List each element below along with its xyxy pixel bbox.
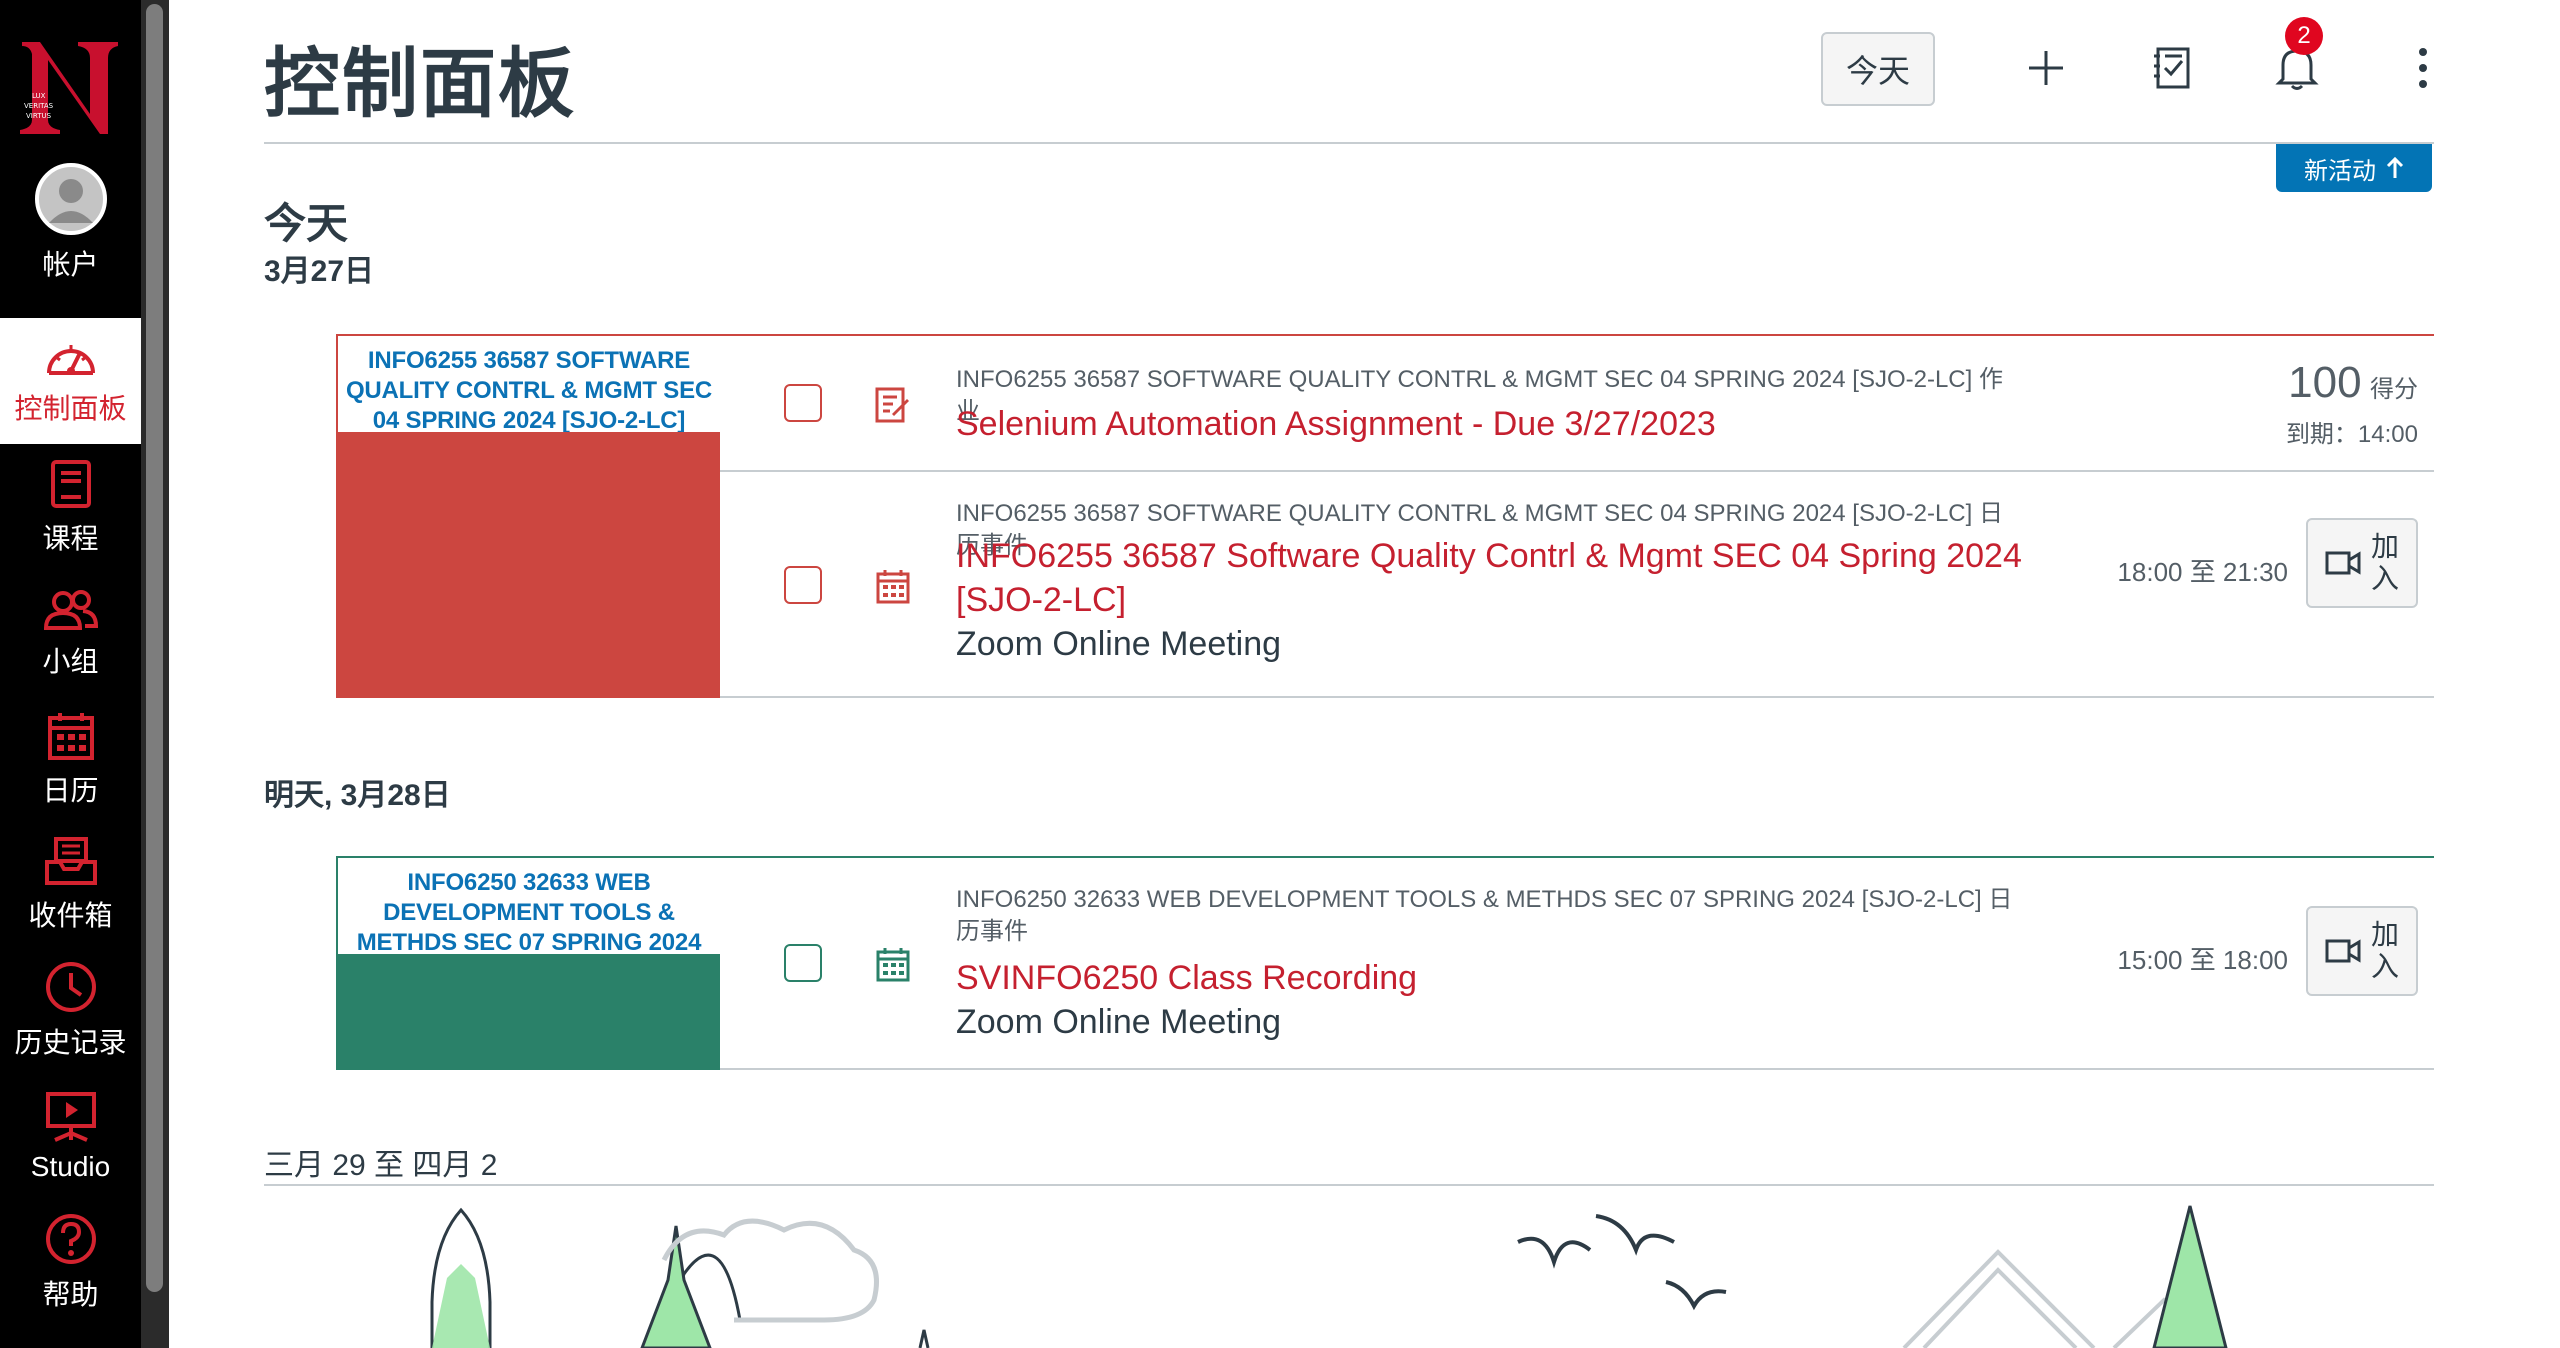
gradebook-icon <box>2154 47 2190 89</box>
nav-scrollbar-thumb[interactable] <box>146 4 163 1292</box>
svg-text:VIRTUS: VIRTUS <box>26 112 52 120</box>
item-location: Zoom Online Meeting <box>956 1003 1282 1041</box>
grades-button[interactable] <box>2144 40 2200 96</box>
plus-icon <box>2029 51 2063 85</box>
nav-studio-label: Studio <box>30 1151 111 1182</box>
nav-groups-label: 小组 <box>42 646 99 677</box>
nav-calendar[interactable]: 日历 <box>0 697 141 823</box>
nav-scrollbar[interactable] <box>141 0 169 1348</box>
nav-groups[interactable]: 小组 <box>0 571 141 697</box>
join-meeting-button[interactable]: 加入 <box>2306 518 2418 608</box>
day-divider <box>720 1068 2434 1070</box>
groups-icon <box>43 590 98 630</box>
course-card-info6250[interactable]: INFO6250 32633 WEB DEVELOPMENT TOOLS & M… <box>336 856 720 1070</box>
global-nav: LUX VERITAS VIRTUS 帐户 控制面板 课程 小组 日历 收件箱 … <box>0 0 141 1348</box>
calendar-event-icon <box>876 570 910 604</box>
help-icon <box>45 1214 96 1264</box>
university-logo[interactable]: LUX VERITAS VIRTUS <box>18 32 123 142</box>
item-title-link[interactable]: SVINFO6250 Class Recording <box>956 956 1417 1000</box>
nav-help[interactable]: 帮助 <box>0 1200 141 1326</box>
more-options-button[interactable] <box>2395 40 2451 96</box>
item-time-range: 15:00 至 18:00 <box>2117 945 2288 975</box>
nav-courses[interactable]: 课程 <box>0 445 141 571</box>
new-activity-label: 新活动 <box>2304 157 2376 185</box>
nav-history[interactable]: 历史记录 <box>0 948 141 1074</box>
course-color-block <box>338 432 720 696</box>
join-meeting-button[interactable]: 加入 <box>2306 906 2418 996</box>
notification-badge: 2 <box>2285 17 2323 55</box>
calendar-event-icon <box>876 948 910 982</box>
dashboard-icon <box>46 345 95 375</box>
nav-inbox[interactable]: 收件箱 <box>0 822 141 948</box>
day-divider <box>720 696 2434 698</box>
nav-account-label: 帐户 <box>42 249 99 280</box>
new-activity-button[interactable]: 新活动 <box>2276 144 2432 192</box>
item-points: 100 得分 <box>2288 358 2418 408</box>
day-heading-tomorrow: 明天, 3月28日 <box>264 779 451 812</box>
day-heading-today: 今天 <box>264 200 349 247</box>
item-title-link[interactable]: Selenium Automation Assignment - Due 3/2… <box>956 402 1716 446</box>
planner-item-calendar-event: INFO6255 36587 SOFTWARE QUALITY CONTRL &… <box>720 472 2434 696</box>
svg-text:LUX: LUX <box>32 92 46 100</box>
calendar-icon <box>47 713 94 760</box>
points-value: 100 <box>2288 358 2362 407</box>
item-checkbox[interactable] <box>784 384 822 422</box>
item-title-link[interactable]: INFO6255 36587 Software Quality Contrl &… <box>956 534 2036 622</box>
svg-text:VERITAS: VERITAS <box>24 102 54 110</box>
nav-history-label: 历史记录 <box>14 1027 127 1058</box>
video-camera-icon <box>2325 939 2361 963</box>
arrow-up-icon <box>2386 156 2404 178</box>
course-card-name[interactable]: INFO6250 32633 WEB DEVELOPMENT TOOLS & M… <box>338 858 720 954</box>
nav-dashboard[interactable]: 控制面板 <box>0 318 141 444</box>
nav-help-label: 帮助 <box>42 1279 99 1310</box>
nav-courses-label: 课程 <box>42 523 99 554</box>
item-checkbox[interactable] <box>784 566 822 604</box>
header-divider <box>264 142 2434 144</box>
course-color-block <box>338 954 720 1068</box>
course-card-info6255[interactable]: INFO6255 36587 SOFTWARE QUALITY CONTRL &… <box>336 334 720 698</box>
studio-icon <box>45 1092 96 1142</box>
assignment-icon <box>875 387 909 423</box>
nav-inbox-label: 收件箱 <box>28 900 113 931</box>
points-label: 得分 <box>2370 376 2418 403</box>
day-date-today: 3月27日 <box>264 255 375 288</box>
item-course-meta: INFO6250 32633 WEB DEVELOPMENT TOOLS & M… <box>956 886 2013 945</box>
item-time-range: 18:00 至 21:30 <box>2117 557 2288 587</box>
history-icon <box>45 962 96 1012</box>
planner-item-calendar-event: INFO6250 32633 WEB DEVELOPMENT TOOLS & M… <box>720 858 2434 1068</box>
item-due-time: 到期：14:00 <box>2285 421 2418 448</box>
planner-item-assignment: INFO6255 36587 SOFTWARE QUALITY CONTRL &… <box>720 336 2434 470</box>
range-divider <box>264 1184 2434 1186</box>
join-label: 加入 <box>2371 531 2400 594</box>
item-checkbox[interactable] <box>784 944 822 982</box>
nav-calendar-label: 日历 <box>42 775 99 806</box>
courses-icon <box>50 460 91 508</box>
item-location: Zoom Online Meeting <box>956 625 1282 663</box>
day-heading-range: 三月 29 至 四月 2 <box>264 1149 498 1182</box>
page-title: 控制面板 <box>264 42 576 127</box>
add-button[interactable] <box>2018 40 2074 96</box>
video-camera-icon <box>2325 551 2361 575</box>
join-label: 加入 <box>2371 919 2400 982</box>
today-button[interactable]: 今天 <box>1821 32 1935 106</box>
course-card-name[interactable]: INFO6255 36587 SOFTWARE QUALITY CONTRL &… <box>338 336 720 432</box>
inbox-icon <box>44 837 97 885</box>
empty-state-illustration <box>430 1205 2228 1348</box>
nav-studio[interactable]: Studio <box>0 1074 141 1200</box>
avatar-icon <box>34 163 107 235</box>
nav-account[interactable]: 帐户 <box>0 160 141 286</box>
kebab-menu-icon <box>2419 48 2427 88</box>
nav-dashboard-label: 控制面板 <box>14 393 127 424</box>
